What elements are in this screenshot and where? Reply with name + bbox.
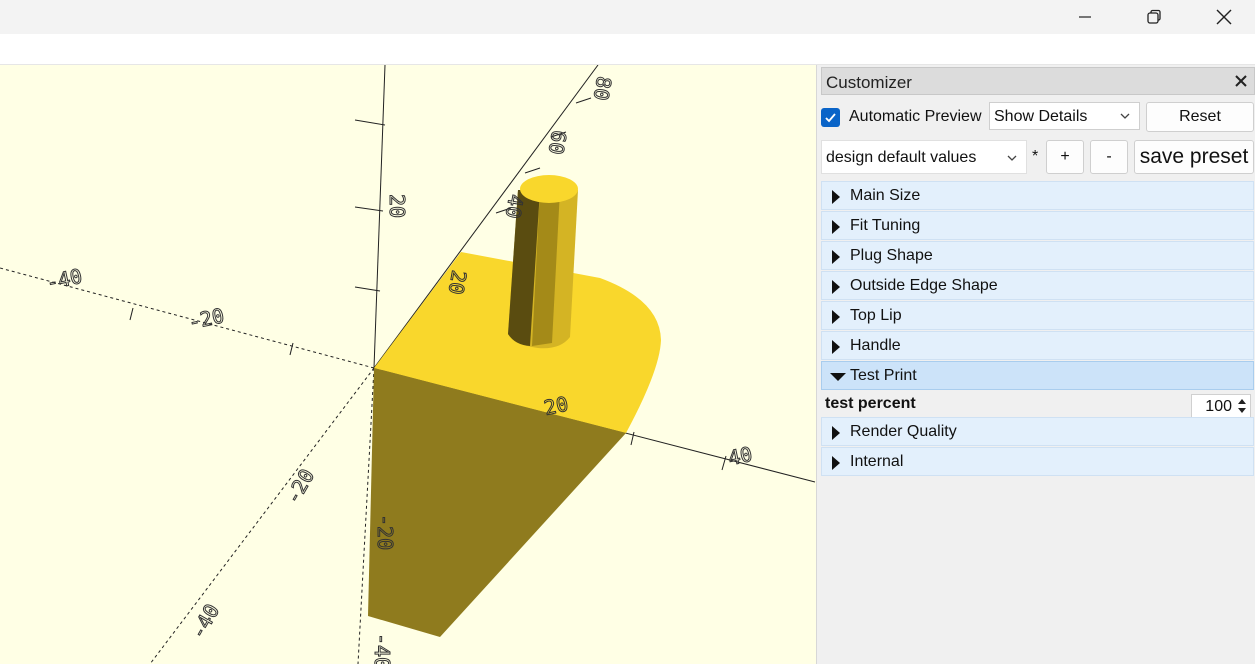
group-plug-shape[interactable]: Plug Shape [821,241,1254,270]
model [368,175,661,637]
expand-arrow-icon [832,250,840,264]
label-x-neg20: -20 [186,303,226,334]
automatic-preview-checkbox[interactable] [821,108,840,127]
group-label: Handle [850,337,901,354]
label-x-40: 40 [726,442,755,470]
label-z-neg20: -20 [373,514,397,550]
group-label: Top Lip [850,307,902,324]
automatic-preview-label: Automatic Preview [849,108,982,125]
label-y-20: 20 [444,268,472,296]
label-y-80: 80 [589,74,617,102]
label-x-neg40: -40 [44,264,84,295]
group-label: Render Quality [850,423,957,440]
group-label: Main Size [850,187,921,204]
expand-arrow-icon [832,280,840,294]
3d-viewport[interactable]: 20 40 -20 -40 20 -20 -40 20 40 60 80 -20… [0,65,816,664]
spin-arrows-icon[interactable] [1235,396,1249,416]
chevron-down-icon [1120,113,1130,119]
group-label: Plug Shape [850,247,933,264]
label-y-neg20: -20 [280,465,319,508]
group-label: Internal [850,453,904,470]
preset-select[interactable]: design default values [821,140,1027,174]
param-name: test percent [825,395,916,412]
close-icon [1235,75,1247,87]
close-icon [1216,9,1232,25]
expand-arrow-icon [832,190,840,204]
minimize-icon [1079,16,1091,18]
group-internal[interactable]: Internal [821,447,1254,476]
expand-arrow-icon [832,426,840,440]
close-window-button[interactable] [1189,0,1255,34]
minimize-button[interactable] [1050,0,1120,34]
title-bar [0,0,1255,34]
save-preset-button[interactable]: save preset [1134,140,1254,174]
checkmark-icon [825,113,836,123]
label-y-40: 40 [501,192,529,220]
label-y-60: 60 [544,128,572,156]
group-label: Fit Tuning [850,217,921,234]
remove-preset-button[interactable]: - [1090,140,1128,174]
group-render-quality[interactable]: Render Quality [821,417,1254,446]
viewport-scene: 20 40 -20 -40 20 -20 -40 20 40 60 80 -20… [0,65,816,664]
expand-arrow-icon [832,340,840,354]
preset-select-value: design default values [826,149,977,166]
group-test-print[interactable]: Test Print [821,361,1254,390]
group-top-lip[interactable]: Top Lip [821,301,1254,330]
reset-button[interactable]: Reset [1146,102,1254,132]
expand-arrow-icon [832,220,840,234]
details-select[interactable]: Show Details [989,102,1140,130]
label-z-neg40: -40 [370,633,394,664]
label-x-20: 20 [542,392,571,420]
preview-row: Automatic Preview Show Details Reset [821,101,1255,133]
collapse-arrow-icon [830,373,846,381]
group-handle[interactable]: Handle [821,331,1254,360]
test-percent-spinbox[interactable]: 100 [1191,394,1251,418]
group-fit-tuning[interactable]: Fit Tuning [821,211,1254,240]
group-outside-edge-shape[interactable]: Outside Edge Shape [821,271,1254,300]
menu-bar [0,34,1255,65]
customizer-title: Customizer [826,73,912,92]
expand-arrow-icon [832,310,840,324]
label-z-20: 20 [385,194,409,218]
details-select-value: Show Details [994,108,1088,125]
expand-arrow-icon [832,456,840,470]
add-preset-button[interactable]: + [1046,140,1084,174]
restore-button[interactable] [1119,0,1189,34]
modified-marker: * [1032,148,1039,165]
group-label: Outside Edge Shape [850,277,998,294]
chevron-down-icon [1007,155,1017,161]
param-test-percent: test percent 100 [821,392,1255,418]
group-main-size[interactable]: Main Size [821,181,1254,210]
customizer-header: Customizer [821,67,1255,95]
close-customizer-button[interactable] [1231,71,1251,91]
label-y-neg40: -40 [185,600,224,643]
spinbox-value: 100 [1205,398,1232,415]
restore-icon [1147,9,1161,24]
group-label: Test Print [850,367,917,384]
customizer-panel: Customizer Automatic Preview Show Detail… [821,65,1255,664]
